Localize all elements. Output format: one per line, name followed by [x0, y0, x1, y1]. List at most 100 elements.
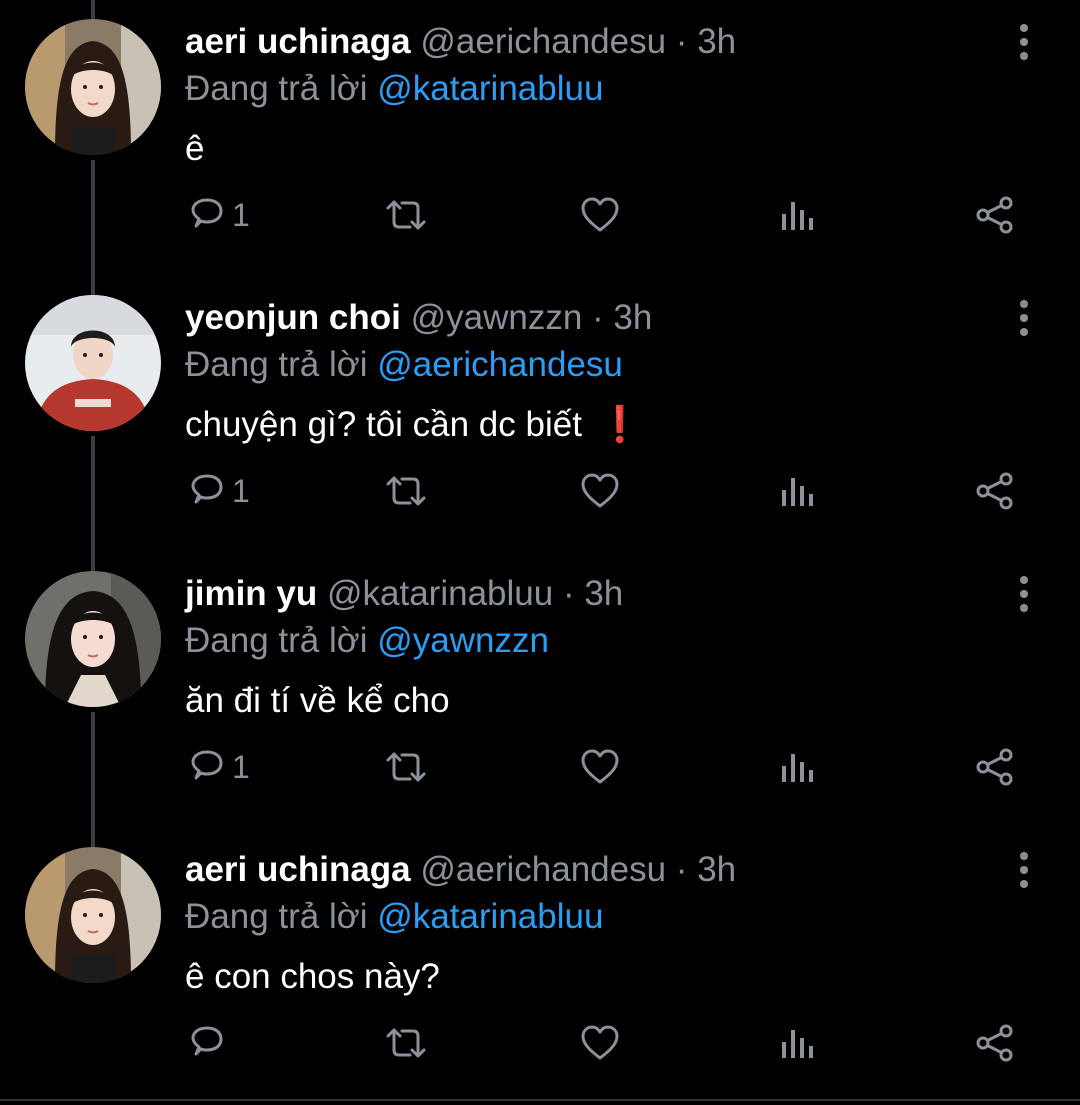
tweet-text: ê con chos này? — [185, 956, 440, 998]
tweet-actions: 1 — [0, 466, 1080, 516]
views-button[interactable] — [780, 742, 814, 792]
display-name[interactable]: aeri uchinaga — [185, 850, 411, 889]
retweet-icon — [384, 196, 428, 234]
tweet[interactable]: aeri uchinaga @aerichandesu · 3h Đang tr… — [0, 0, 1080, 276]
heart-icon — [580, 472, 620, 510]
reply-icon — [188, 196, 226, 234]
views-button[interactable] — [780, 466, 814, 516]
replying-to: Đang trả lời @aerichandesu — [185, 344, 623, 386]
tweet[interactable]: jimin yu @katarinabluu · 3h Đang trả lời… — [0, 552, 1080, 828]
analytics-icon — [780, 196, 814, 234]
avatar[interactable] — [25, 295, 161, 431]
replying-label: Đang trả lời — [185, 621, 368, 660]
user-handle[interactable]: @katarinabluu — [327, 574, 553, 613]
avatar[interactable] — [25, 19, 161, 155]
replying-label: Đang trả lời — [185, 345, 368, 384]
tweet-text-content: chuyện gì? tôi cần dc biết — [185, 405, 582, 444]
share-button[interactable] — [975, 742, 1015, 792]
retweet-icon — [384, 1024, 428, 1062]
tweet-actions — [0, 1018, 1080, 1068]
separator: · — [675, 850, 688, 889]
avatar[interactable] — [25, 571, 161, 707]
more-vertical-icon[interactable] — [1010, 850, 1038, 890]
timestamp[interactable]: 3h — [613, 298, 652, 337]
timestamp[interactable]: 3h — [697, 850, 736, 889]
avatar[interactable] — [25, 847, 161, 983]
analytics-icon — [780, 472, 814, 510]
analytics-icon — [780, 1024, 814, 1062]
reply-button[interactable]: 1 — [188, 742, 250, 792]
timestamp[interactable]: 3h — [697, 22, 736, 61]
views-button[interactable] — [780, 190, 814, 240]
reply-button[interactable] — [188, 1018, 232, 1068]
separator: · — [592, 298, 604, 337]
tweet-header: aeri uchinaga @aerichandesu · 3h — [185, 850, 736, 890]
replying-to: Đang trả lời @katarinabluu — [185, 68, 603, 110]
tweet-header: jimin yu @katarinabluu · 3h — [185, 574, 623, 614]
reply-count: 1 — [232, 748, 250, 785]
heart-icon — [580, 748, 620, 786]
retweet-button[interactable] — [384, 742, 428, 792]
reply-count: 1 — [232, 472, 250, 509]
tweet-text: chuyện gì? tôi cần dc biết ❗ — [185, 404, 642, 446]
like-button[interactable] — [580, 190, 620, 240]
share-button[interactable] — [975, 190, 1015, 240]
retweet-icon — [384, 748, 428, 786]
share-button[interactable] — [975, 1018, 1015, 1068]
analytics-icon — [780, 748, 814, 786]
retweet-button[interactable] — [384, 190, 428, 240]
like-button[interactable] — [580, 742, 620, 792]
replying-to: Đang trả lời @katarinabluu — [185, 896, 603, 938]
share-icon — [975, 195, 1015, 235]
more-vertical-icon[interactable] — [1010, 22, 1038, 62]
timestamp[interactable]: 3h — [584, 574, 623, 613]
user-handle[interactable]: @aerichandesu — [420, 22, 666, 61]
reply-button[interactable]: 1 — [188, 190, 250, 240]
mention-link[interactable]: @yawnzzn — [377, 621, 549, 660]
user-handle[interactable]: @aerichandesu — [420, 850, 666, 889]
replying-label: Đang trả lời — [185, 69, 368, 108]
retweet-button[interactable] — [384, 466, 428, 516]
like-button[interactable] — [580, 1018, 620, 1068]
mention-link[interactable]: @aerichandesu — [377, 345, 623, 384]
tweet[interactable]: aeri uchinaga @aerichandesu · 3h Đang tr… — [0, 828, 1080, 1104]
display-name[interactable]: yeonjun choi — [185, 298, 401, 337]
divider — [0, 1099, 1080, 1101]
mention-link[interactable]: @katarinabluu — [377, 69, 603, 108]
more-vertical-icon[interactable] — [1010, 574, 1038, 614]
share-icon — [975, 471, 1015, 511]
tweet-text-content: ê con chos này? — [185, 957, 440, 996]
tweet-text: ê — [185, 128, 204, 170]
exclamation-emoji: ❗ — [597, 405, 642, 444]
tweet-text-content: ăn đi tí về kể cho — [185, 681, 450, 720]
reply-icon — [188, 748, 226, 786]
share-button[interactable] — [975, 466, 1015, 516]
reply-button[interactable]: 1 — [188, 466, 250, 516]
separator: · — [675, 22, 688, 61]
share-icon — [975, 1023, 1015, 1063]
heart-icon — [580, 196, 620, 234]
mention-link[interactable]: @katarinabluu — [377, 897, 603, 936]
like-button[interactable] — [580, 466, 620, 516]
reply-icon — [188, 1024, 226, 1062]
tweet-header: yeonjun choi @yawnzzn · 3h — [185, 298, 652, 338]
views-button[interactable] — [780, 1018, 814, 1068]
display-name[interactable]: jimin yu — [185, 574, 317, 613]
tweet-header: aeri uchinaga @aerichandesu · 3h — [185, 22, 736, 62]
replying-to: Đang trả lời @yawnzzn — [185, 620, 549, 662]
tweet-actions: 1 — [0, 190, 1080, 240]
user-handle[interactable]: @yawnzzn — [411, 298, 583, 337]
tweet-text-content: ê — [185, 129, 205, 168]
reply-icon — [188, 472, 226, 510]
share-icon — [975, 747, 1015, 787]
retweet-button[interactable] — [384, 1018, 428, 1068]
reply-count: 1 — [232, 196, 250, 233]
retweet-icon — [384, 472, 428, 510]
heart-icon — [580, 1024, 620, 1062]
display-name[interactable]: aeri uchinaga — [185, 22, 411, 61]
separator: · — [562, 574, 575, 613]
tweet[interactable]: yeonjun choi @yawnzzn · 3h Đang trả lời … — [0, 276, 1080, 552]
tweet-actions: 1 — [0, 742, 1080, 792]
tweet-text: ăn đi tí về kể cho — [185, 680, 450, 722]
more-vertical-icon[interactable] — [1010, 298, 1038, 338]
